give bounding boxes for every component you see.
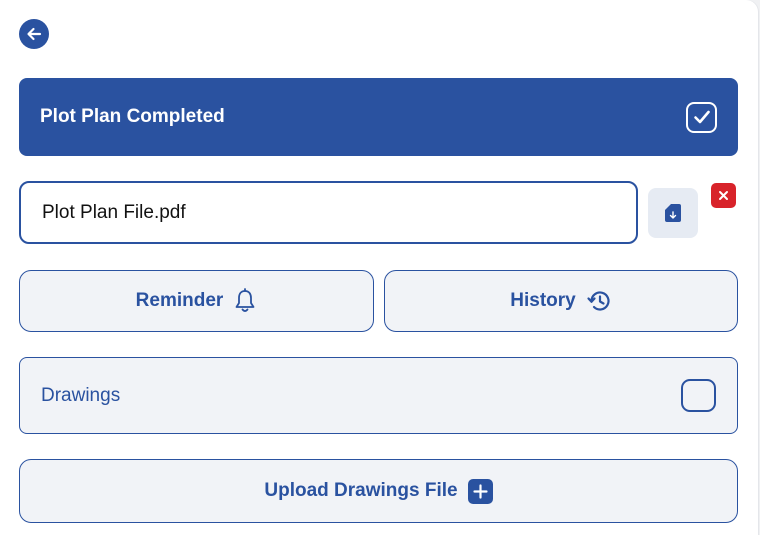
file-name: Plot Plan File.pdf [42,201,186,223]
history-label: History [510,290,576,311]
drawings-checkbox[interactable] [681,379,716,412]
drawings-item[interactable]: Drawings [19,357,738,434]
drawings-label: Drawings [41,384,121,406]
reminder-label: Reminder [135,290,224,311]
task-panel: Plot Plan Completed Plot Plan File.pdf R… [0,0,758,535]
file-download-icon [665,204,681,222]
bell-icon [235,288,255,312]
close-icon [719,191,728,200]
upload-drawings-button[interactable]: Upload Drawings File [19,459,738,523]
history-button[interactable]: History [384,270,738,332]
plus-icon [467,478,493,504]
reminder-button[interactable]: Reminder [19,270,374,332]
check-icon [693,110,710,124]
banner-title: Plot Plan Completed [40,106,225,127]
plot-plan-completed-checkbox[interactable] [686,101,717,133]
upload-label: Upload Drawings File [264,480,458,501]
plot-plan-status-banner: Plot Plan Completed [19,78,738,156]
delete-file-button[interactable] [711,183,736,208]
history-icon [587,291,610,311]
uploaded-file-field[interactable]: Plot Plan File.pdf [19,181,638,244]
download-file-button[interactable] [648,188,698,238]
arrow-left-icon [27,27,42,41]
back-button[interactable] [19,19,49,49]
